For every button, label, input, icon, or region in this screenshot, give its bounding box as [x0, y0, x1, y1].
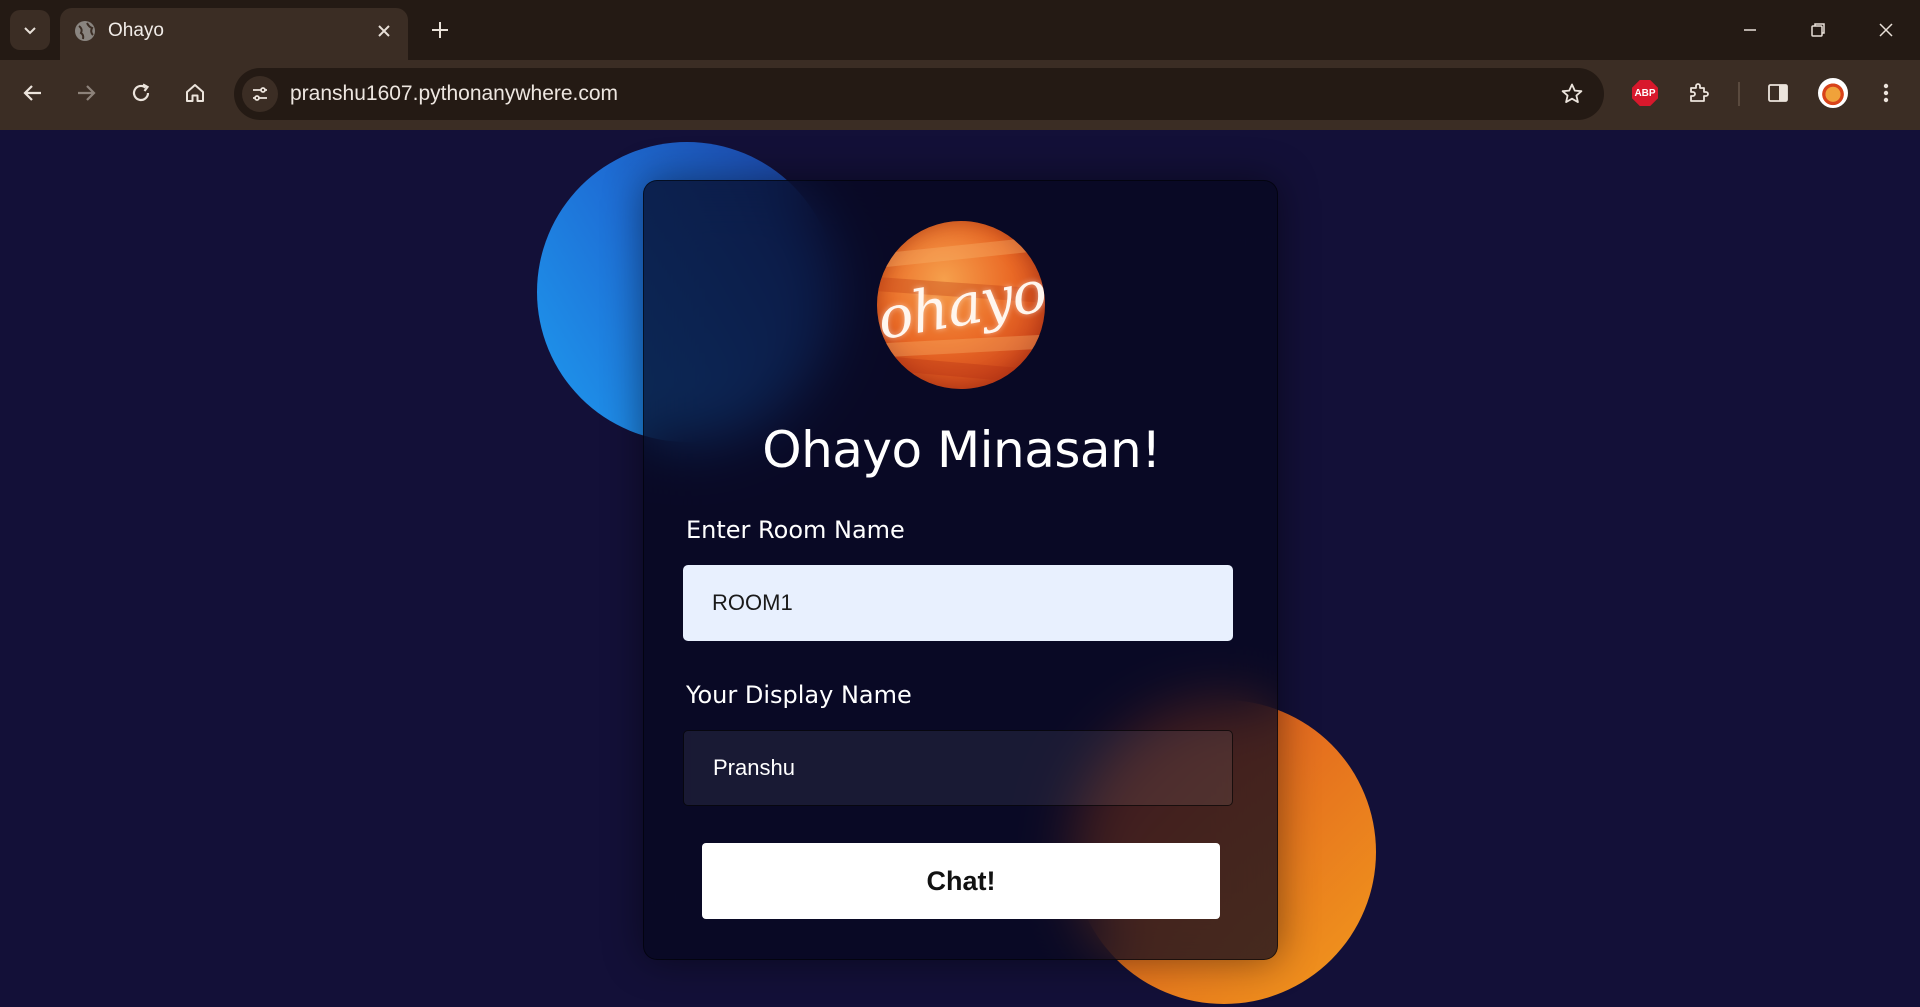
- profile-button[interactable]: [1813, 73, 1853, 113]
- close-icon: [378, 25, 390, 37]
- menu-button[interactable]: [1866, 73, 1906, 113]
- minimize-button[interactable]: [1716, 0, 1784, 60]
- new-tab-button[interactable]: [422, 12, 458, 48]
- globe-icon: [75, 21, 95, 41]
- reload-icon: [132, 83, 150, 102]
- star-icon: [1561, 83, 1583, 103]
- logo-texture: [877, 354, 1045, 386]
- room-name-label: Enter Room Name: [686, 516, 905, 544]
- restore-button[interactable]: [1784, 0, 1852, 60]
- chevron-down-icon: [24, 27, 36, 35]
- extensions-button[interactable]: [1679, 73, 1719, 113]
- home-icon: [186, 84, 204, 102]
- page-viewport: ohayo Ohayo Minasan! Enter Room Name You…: [0, 130, 1920, 1007]
- page-title: Ohayo Minasan!: [762, 421, 1161, 479]
- room-name-input[interactable]: [683, 565, 1233, 641]
- avatar: [1818, 78, 1848, 108]
- ohayo-logo: ohayo: [877, 221, 1045, 389]
- side-panel-icon: [1768, 84, 1788, 102]
- tab-search-button[interactable]: [10, 10, 50, 50]
- puzzle-icon: [1690, 83, 1709, 102]
- adblock-icon: ABP: [1632, 80, 1658, 106]
- join-room-card: ohayo Ohayo Minasan! Enter Room Name You…: [643, 180, 1278, 960]
- tab-ohayo[interactable]: Ohayo: [60, 8, 408, 60]
- display-name-label: Your Display Name: [686, 681, 912, 709]
- address-bar[interactable]: pranshu1607.pythonanywhere.com: [234, 68, 1604, 120]
- tab-strip: Ohayo: [0, 0, 1920, 60]
- arrow-left-icon: [23, 85, 41, 101]
- minimize-icon: [1744, 29, 1756, 31]
- restore-icon: [1811, 23, 1825, 37]
- close-window-button[interactable]: [1852, 0, 1920, 60]
- browser-chrome: Ohayo pranshu1607.pythonanywhere.com ABP: [0, 0, 1920, 130]
- toolbar-divider: [1738, 82, 1740, 106]
- adblock-extension-button[interactable]: ABP: [1625, 73, 1665, 113]
- more-vertical-icon: [1883, 83, 1889, 103]
- tab-close-button[interactable]: [370, 17, 398, 45]
- tune-icon: [253, 87, 267, 101]
- side-panel-button[interactable]: [1758, 73, 1798, 113]
- arrow-right-icon: [78, 85, 96, 101]
- home-button[interactable]: [175, 73, 215, 113]
- browser-toolbar: pranshu1607.pythonanywhere.com ABP: [0, 60, 1920, 130]
- close-icon: [1879, 23, 1893, 37]
- tab-title: Ohayo: [108, 20, 164, 41]
- bookmark-button[interactable]: [1554, 76, 1590, 112]
- chat-button[interactable]: Chat!: [702, 843, 1220, 919]
- plus-icon: [432, 22, 448, 38]
- reload-button[interactable]: [121, 73, 161, 113]
- back-button[interactable]: [13, 73, 53, 113]
- display-name-input[interactable]: [683, 730, 1233, 806]
- forward-button[interactable]: [66, 73, 106, 113]
- site-info-button[interactable]: [242, 76, 278, 112]
- url-text[interactable]: pranshu1607.pythonanywhere.com: [290, 82, 618, 106]
